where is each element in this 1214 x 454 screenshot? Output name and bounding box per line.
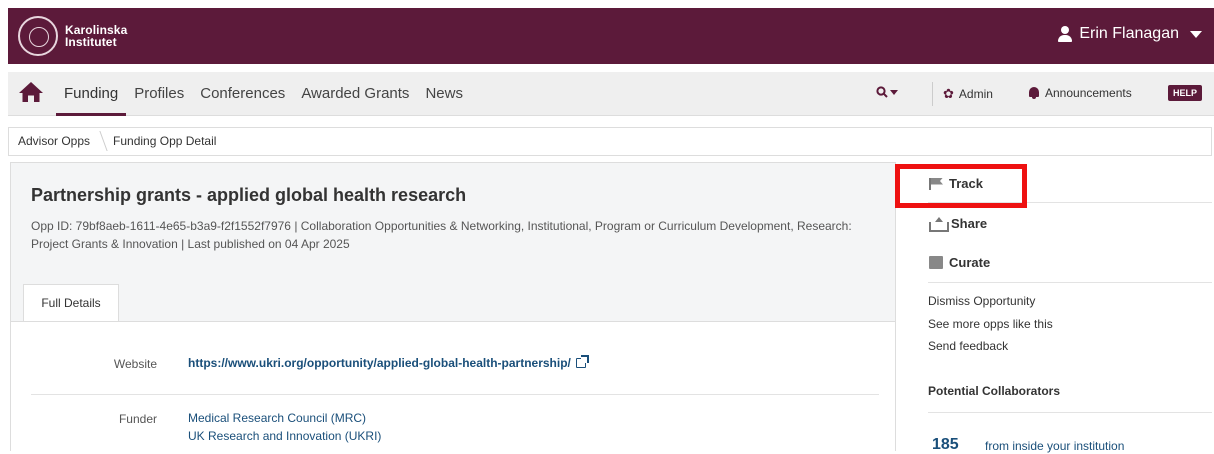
nav-profiles[interactable]: Profiles (134, 72, 184, 116)
curate-icon (929, 256, 943, 269)
bell-icon (1028, 87, 1040, 99)
share-button[interactable]: Share (929, 216, 988, 232)
row-divider (31, 394, 879, 395)
send-feedback-link[interactable]: Send feedback (928, 339, 1008, 353)
admin-link[interactable]: ✿ Admin (943, 86, 993, 102)
sidebar-divider (928, 412, 1212, 413)
opportunity-meta: Opp ID: 79bf8aeb-1611-4e65-b3a9-f2f1552f… (31, 219, 852, 251)
see-more-opps-link[interactable]: See more opps like this (928, 317, 1053, 331)
breadcrumb: Advisor Opps Funding Opp Detail (8, 127, 1212, 156)
search-caret-icon (890, 89, 898, 95)
admin-label: Admin (958, 87, 993, 101)
seal-icon (18, 16, 58, 56)
external-link-icon (575, 355, 589, 368)
website-label: Website (113, 357, 157, 371)
home-icon[interactable] (18, 81, 44, 103)
logo-text: Karolinska Institutet (65, 24, 127, 48)
announcements-link[interactable]: Announcements (1028, 86, 1132, 100)
top-header: Karolinska Institutet Erin Flanagan (0, 0, 1214, 72)
nav-divider (932, 82, 933, 106)
help-button[interactable]: HELP (1168, 85, 1203, 101)
logo-line-2: Institutet (65, 35, 117, 49)
institution-logo[interactable]: Karolinska Institutet (18, 16, 127, 56)
gear-icon: ✿ (943, 86, 954, 101)
nav-funding[interactable]: Funding (55, 72, 127, 116)
nav-items: Funding Profiles Conferences Awarded Gra… (55, 72, 479, 116)
main-nav: Funding Profiles Conferences Awarded Gra… (8, 72, 1214, 116)
user-icon (1058, 26, 1073, 42)
opportunity-card: Partnership grants - applied global heal… (10, 162, 896, 452)
breadcrumb-advisor-opps[interactable]: Advisor Opps (9, 128, 104, 155)
funder-label: Funder (118, 412, 157, 426)
curate-label: Curate (949, 255, 991, 270)
user-name: Erin Flanagan (1079, 25, 1179, 42)
nav-news[interactable]: News (425, 72, 463, 116)
dismiss-opportunity-link[interactable]: Dismiss Opportunity (928, 294, 1035, 308)
tab-panel (11, 322, 895, 452)
sidebar-divider (928, 282, 1212, 283)
caret-down-icon (1190, 30, 1202, 38)
collaborators-heading: Potential Collaborators (928, 384, 1061, 398)
share-label: Share (951, 216, 988, 231)
search-icon (876, 86, 888, 98)
brand-bar: Karolinska Institutet Erin Flanagan (8, 8, 1214, 64)
search-button[interactable] (876, 86, 898, 98)
nav-conferences[interactable]: Conferences (200, 72, 285, 116)
user-menu[interactable]: Erin Flanagan (1058, 25, 1202, 43)
announcements-label: Announcements (1045, 86, 1132, 100)
collaborators-count[interactable]: 185 (932, 436, 959, 454)
breadcrumb-current: Funding Opp Detail (113, 134, 217, 148)
website-url: https://www.ukri.org/opportunity/applied… (188, 356, 571, 370)
tab-full-details[interactable]: Full Details (23, 284, 119, 322)
funder-link[interactable]: Medical Research Council (MRC) (188, 411, 366, 425)
page-title: Partnership grants - applied global heal… (31, 185, 467, 205)
nav-awarded-grants[interactable]: Awarded Grants (301, 72, 409, 116)
track-highlight-box (895, 164, 1027, 208)
curate-button[interactable]: Curate (929, 255, 990, 270)
share-icon (929, 217, 949, 232)
funder-link[interactable]: UK Research and Innovation (UKRI) (188, 429, 381, 443)
website-link[interactable]: https://www.ukri.org/opportunity/applied… (188, 355, 589, 370)
